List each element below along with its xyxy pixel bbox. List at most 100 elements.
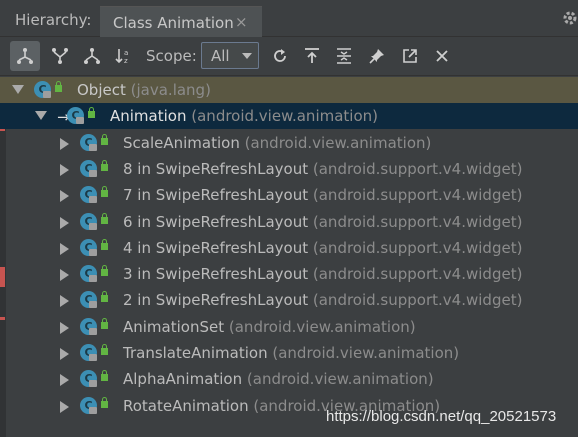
- supertypes-button[interactable]: [45, 41, 75, 71]
- class-icon: C: [34, 81, 51, 98]
- tree-row[interactable]: C AlphaAnimation (android.view.animation): [0, 366, 578, 392]
- package-name: (android.support.v4.widget): [312, 186, 523, 204]
- public-access-icon: [101, 160, 108, 171]
- library-lock-icon: [89, 354, 97, 361]
- expand-down-icon[interactable]: [35, 111, 47, 120]
- svg-text:z: z: [124, 57, 128, 65]
- tree-row[interactable]: C 2 in SwipeRefreshLayout (android.suppor…: [0, 287, 578, 313]
- supertypes-icon: [52, 48, 68, 64]
- tree-row-label: Object (java.lang): [77, 81, 211, 99]
- tree-row[interactable]: C 7 in SwipeRefreshLayout (android.suppor…: [0, 182, 578, 208]
- public-access-icon: [101, 239, 108, 250]
- hierarchy-label: Hierarchy:: [15, 11, 92, 29]
- class-hierarchy-button[interactable]: [10, 41, 40, 71]
- expand-right-icon[interactable]: [60, 269, 69, 281]
- close-icon: [436, 50, 448, 62]
- pin-button[interactable]: [362, 41, 392, 71]
- class-name: Object: [77, 81, 126, 99]
- export-button[interactable]: [297, 41, 327, 71]
- class-icon: C: [80, 213, 97, 230]
- package-name: (android.view.animation): [244, 134, 432, 152]
- package-name: (java.lang): [130, 81, 211, 99]
- tree-row-label: TranslateAnimation (android.view.animati…: [123, 344, 459, 362]
- class-hierarchy-icon: [17, 48, 33, 64]
- class-name: Animation: [110, 107, 187, 125]
- expand-down-icon[interactable]: [12, 85, 24, 94]
- expand-right-icon[interactable]: [60, 401, 69, 413]
- class-icon: C: [80, 318, 97, 335]
- tab-class-animation[interactable]: Class Animation ×: [100, 6, 262, 37]
- tree-row[interactable]: C ScaleAnimation (android.view.animation): [0, 130, 578, 156]
- tree-row-label: AnimationSet (android.view.animation): [123, 318, 416, 336]
- hierarchy-tree: C Object (java.lang) → C Animation (android.…: [0, 77, 578, 437]
- class-name: 6 in SwipeRefreshLayout: [123, 213, 309, 231]
- watermark-text: https://blog.csdn.net/qq_20521573: [326, 408, 557, 425]
- hierarchy-toolbar: a z Scope: All: [0, 37, 578, 76]
- expand-right-icon[interactable]: [60, 138, 69, 150]
- expand-right-icon[interactable]: [60, 243, 69, 255]
- pin-icon: [369, 49, 384, 64]
- tree-row-label: ScaleAnimation (android.view.animation): [123, 134, 431, 152]
- tree-row[interactable]: C 6 in SwipeRefreshLayout (android.suppor…: [0, 209, 578, 235]
- expand-right-icon[interactable]: [60, 348, 69, 360]
- public-access-icon: [101, 370, 108, 381]
- library-lock-icon: [89, 407, 97, 414]
- package-name: (android.support.v4.widget): [312, 160, 523, 178]
- tree-row-label: Animation (android.view.animation): [110, 107, 378, 125]
- expand-right-icon[interactable]: [60, 322, 69, 334]
- expand-right-icon[interactable]: [60, 295, 69, 307]
- library-lock-icon: [89, 249, 97, 256]
- expand-right-icon[interactable]: [60, 217, 69, 229]
- tree-row-label: 4 in SwipeRefreshLayout (android.support…: [123, 239, 522, 257]
- package-name: (android.support.v4.widget): [312, 291, 523, 309]
- tree-row-label: AlphaAnimation (android.view.animation): [123, 370, 434, 388]
- library-lock-icon: [89, 275, 97, 282]
- open-in-window-button[interactable]: [395, 41, 425, 71]
- class-name: 7 in SwipeRefreshLayout: [123, 186, 309, 204]
- tree-row[interactable]: C Object (java.lang): [0, 77, 578, 103]
- library-lock-icon: [89, 328, 97, 335]
- refresh-icon: [274, 49, 286, 62]
- tree-row-label: 2 in SwipeRefreshLayout (android.support…: [123, 291, 522, 309]
- tree-row-label: 7 in SwipeRefreshLayout (android.support…: [123, 186, 522, 204]
- tree-row[interactable]: C 3 in SwipeRefreshLayout (android.suppor…: [0, 261, 578, 287]
- scope-label: Scope:: [146, 47, 197, 65]
- class-name: AnimationSet: [123, 318, 225, 336]
- refresh-button[interactable]: [265, 41, 295, 71]
- class-icon: C: [80, 134, 97, 151]
- tree-row[interactable]: C 4 in SwipeRefreshLayout (android.suppor…: [0, 235, 578, 261]
- class-name: TranslateAnimation: [123, 344, 268, 362]
- public-access-icon: [88, 107, 95, 118]
- expand-right-icon[interactable]: [60, 164, 69, 176]
- tree-row[interactable]: C AnimationSet (android.view.animation): [0, 314, 578, 340]
- class-name: 3 in SwipeRefreshLayout: [123, 265, 309, 283]
- public-access-icon: [101, 213, 108, 224]
- class-icon: C: [80, 397, 97, 414]
- package-name: (android.view.animation): [272, 344, 460, 362]
- class-name: 8 in SwipeRefreshLayout: [123, 160, 309, 178]
- tree-row[interactable]: C TranslateAnimation (android.view.animat…: [0, 340, 578, 366]
- library-lock-icon: [43, 91, 51, 98]
- public-access-icon: [101, 318, 108, 329]
- gear-icon[interactable]: [562, 10, 578, 26]
- title-bar: Hierarchy: Class Animation ×: [0, 0, 578, 37]
- close-tab-icon[interactable]: ×: [235, 13, 248, 31]
- expand-right-icon[interactable]: [60, 374, 69, 386]
- subtypes-button[interactable]: [77, 41, 107, 71]
- class-name: RotateAnimation: [123, 397, 249, 415]
- scope-dropdown[interactable]: All: [201, 42, 259, 69]
- public-access-icon: [101, 186, 108, 197]
- library-lock-icon: [89, 170, 97, 177]
- export-icon: [305, 48, 319, 63]
- close-hierarchy-button[interactable]: [427, 41, 457, 71]
- library-lock-icon: [89, 196, 97, 203]
- expand-right-icon[interactable]: [60, 190, 69, 202]
- library-lock-icon: [76, 117, 84, 124]
- class-icon: C: [67, 107, 84, 124]
- tree-row[interactable]: → C Animation (android.view.animation): [0, 103, 578, 129]
- chevron-down-icon: [242, 53, 252, 59]
- public-access-icon: [101, 397, 108, 408]
- collapse-all-button[interactable]: [329, 41, 359, 71]
- sort-alphabetically-button[interactable]: a z: [109, 41, 139, 71]
- tree-row[interactable]: C 8 in SwipeRefreshLayout (android.suppor…: [0, 156, 578, 182]
